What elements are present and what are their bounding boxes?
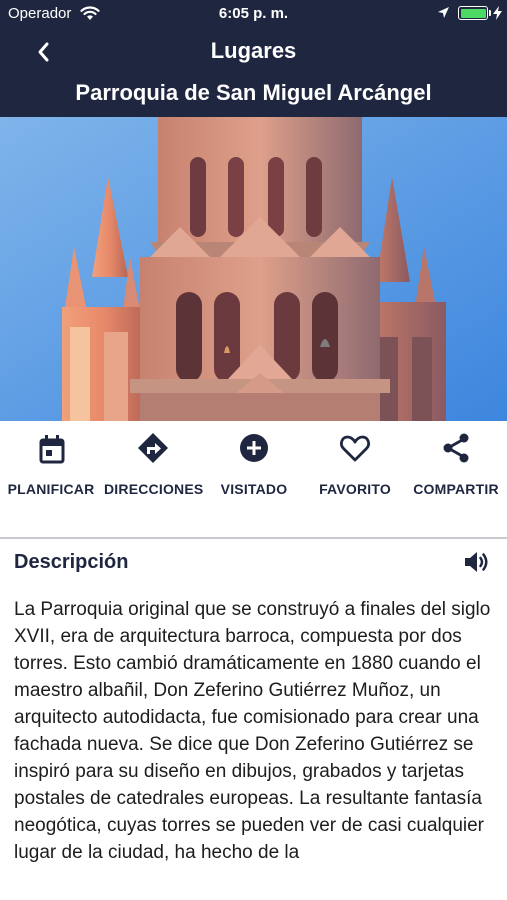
directions-icon — [138, 433, 168, 463]
plan-label: PLANIFICAR — [7, 481, 95, 497]
plus-circle-icon — [240, 434, 268, 462]
nav-title: Lugares — [210, 38, 297, 63]
share-icon — [443, 433, 469, 463]
visited-label: VISITADO — [220, 481, 288, 497]
battery-level — [460, 8, 486, 18]
description-heading: Descripción — [14, 551, 129, 573]
status-time: 6:05 p. m. — [218, 5, 289, 22]
directions-label: DIRECCIONES — [104, 481, 204, 497]
status-bar: Operador 6:05 p. m. — [0, 0, 507, 28]
speaker-icon — [465, 552, 488, 572]
heart-icon — [340, 435, 370, 462]
favorite-label: FAVORITO — [319, 481, 391, 497]
description-text: La Parroquia original que se construyó a… — [14, 599, 491, 863]
action-bar: PLANIFICAR DIRECCIONES VISITADO FAVORITO — [0, 421, 507, 537]
share-button[interactable]: COMPARTIR — [409, 431, 503, 521]
charging-bolt-icon — [493, 6, 502, 20]
divider — [0, 537, 507, 539]
favorite-button[interactable]: FAVORITO — [310, 431, 400, 521]
plan-button[interactable]: PLANIFICAR — [4, 431, 98, 521]
share-label: COMPARTIR — [413, 481, 499, 497]
photo-gallery[interactable] — [0, 117, 507, 421]
location-arrow-icon — [438, 7, 449, 18]
place-title: Parroquia de San Miguel Arcángel — [75, 80, 432, 105]
church-photo — [0, 117, 507, 421]
calendar-icon — [39, 435, 65, 464]
battery-icon — [458, 6, 488, 20]
header: Operador 6:05 p. m. Lugares Parroquia de… — [0, 0, 507, 117]
battery-tip — [489, 10, 491, 16]
visited-button[interactable]: VISITADO — [212, 431, 296, 521]
directions-button[interactable]: DIRECCIONES — [104, 431, 204, 521]
read-aloud-button[interactable] — [462, 547, 492, 577]
